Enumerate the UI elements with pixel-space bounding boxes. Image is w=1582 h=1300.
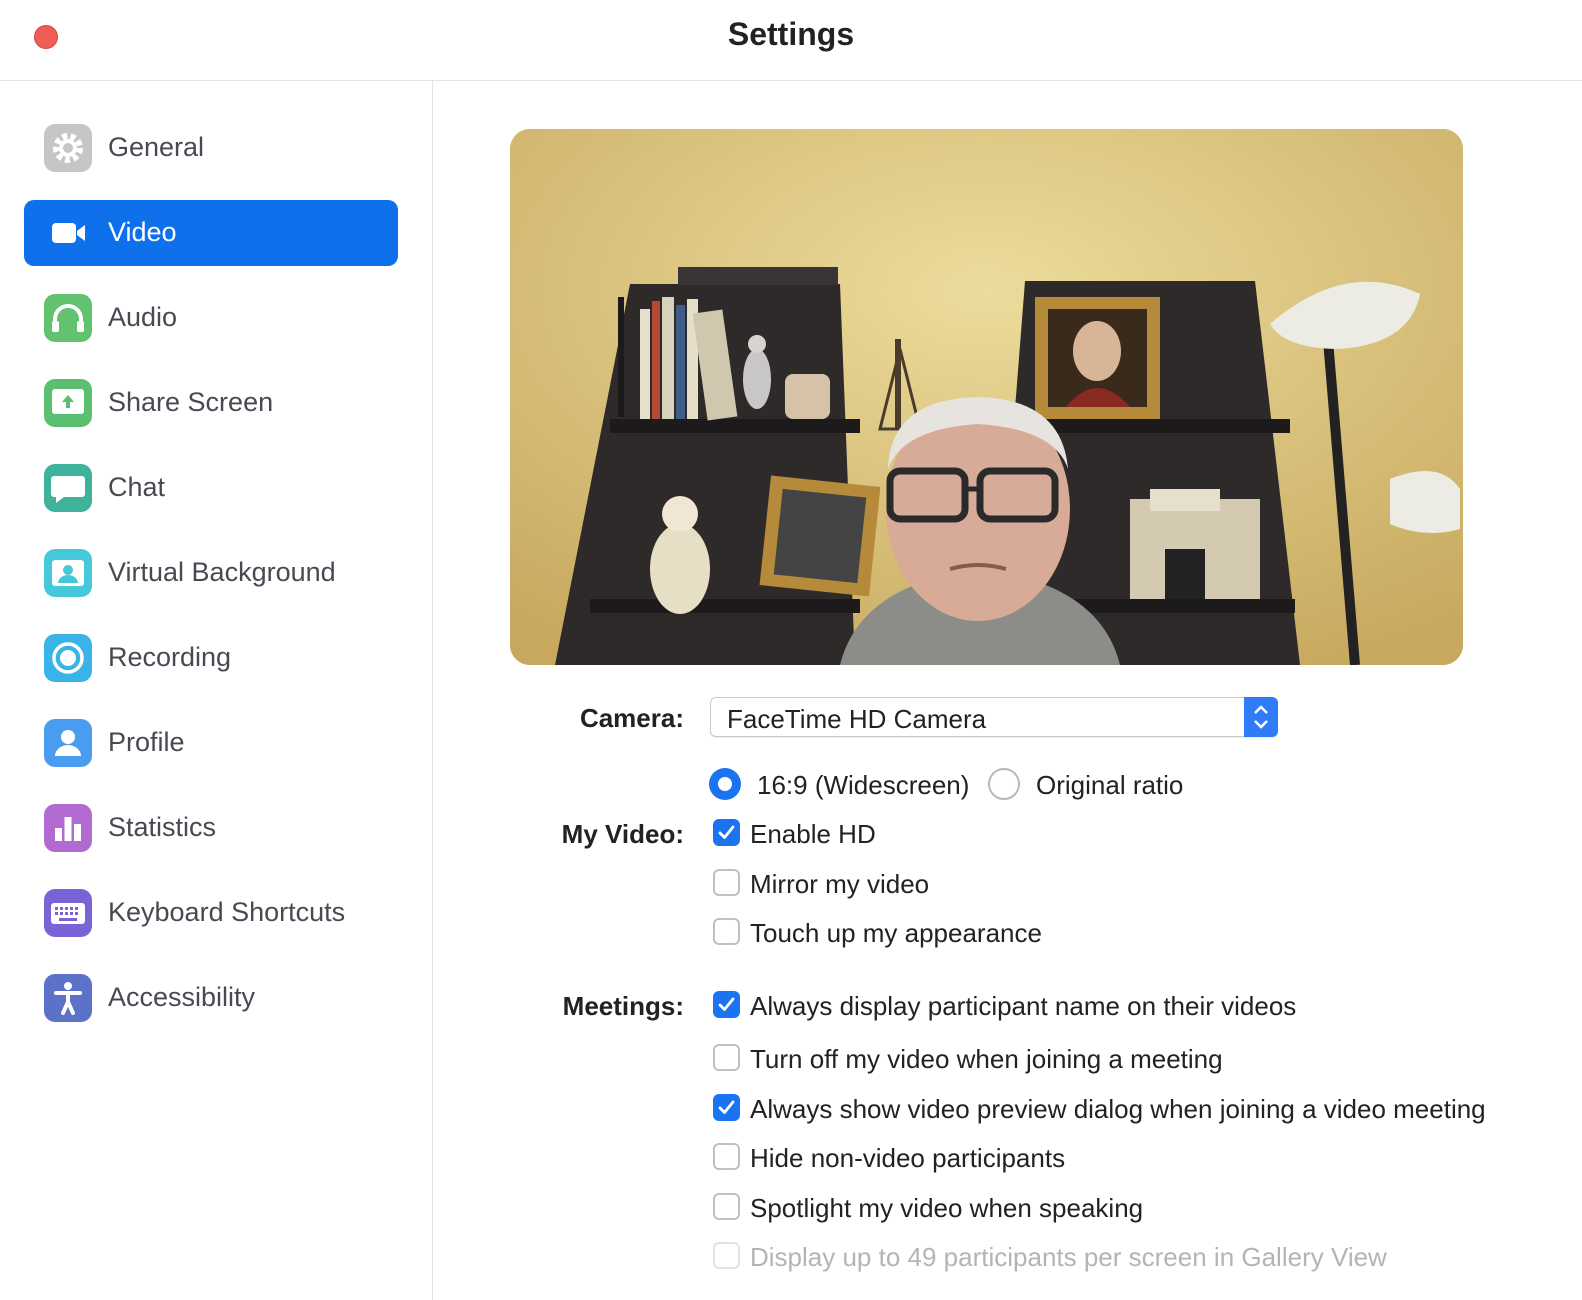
widescreen-radio[interactable] <box>709 768 741 800</box>
sidebar-item-keyboard-shortcuts[interactable]: Keyboard Shortcuts <box>24 880 398 946</box>
headphones-icon <box>44 294 92 342</box>
turn-off-video-checkbox[interactable] <box>713 1044 740 1071</box>
sidebar-item-label: Accessibility <box>108 982 256 1012</box>
bar-chart-icon <box>44 804 92 852</box>
spotlight-video-checkbox[interactable] <box>713 1193 740 1220</box>
camera-preview <box>510 129 1463 665</box>
share-screen-icon <box>44 379 92 427</box>
sidebar-item-label: Virtual Background <box>108 557 336 587</box>
mirror-video-label: Mirror my video <box>750 869 930 899</box>
sidebar-item-video[interactable]: Video <box>24 200 398 266</box>
touch-up-appearance-checkbox[interactable] <box>713 918 740 945</box>
camera-select[interactable]: FaceTime HD Camera <box>710 697 1278 737</box>
sidebar-item-profile[interactable]: Profile <box>24 710 398 776</box>
sidebar-item-chat[interactable]: Chat <box>24 455 398 521</box>
sidebar-item-label: Video <box>108 217 177 247</box>
checkmark-icon <box>718 825 735 839</box>
sidebar-item-statistics[interactable]: Statistics <box>24 795 398 861</box>
meetings-label: Meetings: <box>562 991 684 1021</box>
settings-sidebar: General Video Audio Share Screen Chat Vi… <box>0 81 433 1300</box>
window-title: Settings <box>727 16 855 52</box>
my-video-label: My Video: <box>561 819 684 849</box>
user-icon <box>44 719 92 767</box>
sidebar-item-recording[interactable]: Recording <box>24 625 398 691</box>
record-icon <box>44 634 92 682</box>
sidebar-item-label: Recording <box>108 642 232 672</box>
sidebar-item-label: Statistics <box>108 812 217 842</box>
turn-off-video-label: Turn off my video when joining a meeting <box>750 1044 1223 1074</box>
sidebar-item-label: Chat <box>108 472 166 502</box>
hide-non-video-label: Hide non-video participants <box>750 1143 1066 1173</box>
gallery-49-checkbox <box>713 1242 740 1269</box>
checkmark-icon <box>718 1100 735 1114</box>
checkmark-icon <box>718 997 735 1011</box>
widescreen-radio-label: 16:9 (Widescreen) <box>757 770 970 800</box>
chevron-up-down-icon <box>1244 697 1278 737</box>
camera-select-value: FaceTime HD Camera <box>727 704 987 734</box>
show-video-preview-label: Always show video preview dialog when jo… <box>750 1094 1486 1124</box>
sidebar-item-label: Profile <box>108 727 185 757</box>
sidebar-item-general[interactable]: General <box>24 115 398 181</box>
sidebar-item-label: Share Screen <box>108 387 274 417</box>
spotlight-video-label: Spotlight my video when speaking <box>750 1193 1144 1223</box>
title-bar: Settings <box>0 0 1582 81</box>
keyboard-icon <box>44 889 92 937</box>
original-ratio-radio-label: Original ratio <box>1036 770 1184 800</box>
person-portrait-icon <box>44 549 92 597</box>
mirror-video-checkbox[interactable] <box>713 869 740 896</box>
chat-bubble-icon <box>44 464 92 512</box>
enable-hd-label: Enable HD <box>750 819 876 849</box>
sidebar-item-accessibility[interactable]: Accessibility <box>24 965 398 1031</box>
sidebar-item-label: Audio <box>108 302 178 332</box>
enable-hd-checkbox[interactable] <box>713 819 740 846</box>
original-ratio-radio[interactable] <box>988 768 1020 800</box>
camera-label: Camera: <box>579 703 684 733</box>
sidebar-item-label: Keyboard Shortcuts <box>108 897 346 927</box>
sidebar-item-share-screen[interactable]: Share Screen <box>24 370 398 436</box>
touch-up-appearance-label: Touch up my appearance <box>750 918 1042 948</box>
gear-icon <box>44 124 92 172</box>
display-participant-name-checkbox[interactable] <box>713 991 740 1018</box>
sidebar-item-virtual-background[interactable]: Virtual Background <box>24 540 398 606</box>
gallery-49-label: Display up to 49 participants per screen… <box>750 1242 1387 1272</box>
sidebar-item-label: General <box>108 132 205 162</box>
camera-preview-image <box>510 129 1463 665</box>
sidebar-item-audio[interactable]: Audio <box>24 285 398 351</box>
show-video-preview-checkbox[interactable] <box>713 1094 740 1121</box>
hide-non-video-checkbox[interactable] <box>713 1143 740 1170</box>
display-participant-name-label: Always display participant name on their… <box>750 991 1297 1021</box>
accessibility-icon <box>44 974 92 1022</box>
video-camera-icon <box>44 209 92 257</box>
